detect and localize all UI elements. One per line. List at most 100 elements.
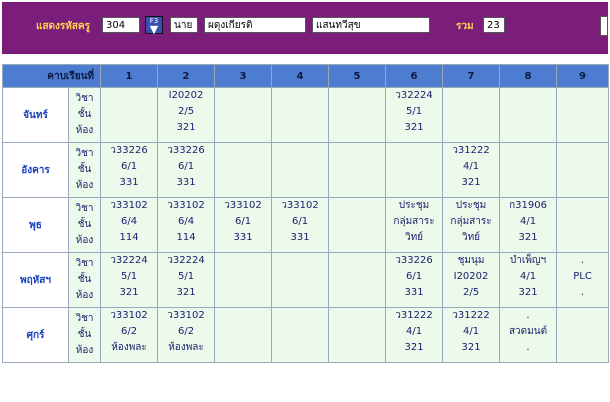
cell-subject [272,253,328,269]
schedule-cell[interactable] [556,142,610,198]
cell-subject: ก31906 [509,200,547,211]
period-header-5: 5 [328,64,387,88]
schedule-cell[interactable] [499,142,558,198]
schedule-cell[interactable] [328,87,387,143]
cell-room: 331 [233,232,253,243]
schedule-cell[interactable] [328,197,387,253]
cell-subject: I20202 [168,90,204,101]
cell-subject: ว32224 [167,255,205,266]
cell-class [272,269,328,285]
schedule-cell[interactable]: ว31222 4/1 321 [442,307,501,363]
cell-subject: ว31222 [395,310,433,321]
schedule-cell[interactable]: ก31906 4/1 321 [499,197,558,253]
cell-subject: ว33226 [395,255,433,266]
cell-class: 6/4 [177,216,195,227]
schedule-cell[interactable]: I20202 2/5 321 [157,87,216,143]
cell-class: 4/1 [519,216,537,227]
cell-subject [557,308,608,324]
cell-subject: ว33102 [167,310,205,321]
cell-subject: ว32224 [110,255,148,266]
schedule-cell[interactable]: ว31222 4/1 321 [442,142,501,198]
cell-room: . [580,287,585,298]
lookup-button[interactable]: F3 ▼ [145,16,163,35]
schedule-cell[interactable] [214,87,273,143]
schedule-cell[interactable]: ประชุม กลุ่มสาระ วิทย์ [385,197,444,253]
cell-room [101,120,157,136]
schedule-cell[interactable] [214,142,273,198]
row-label: ห้อง [75,345,94,356]
schedule-cell[interactable] [214,307,273,363]
cell-subject: ว33102 [110,200,148,211]
schedule-cell[interactable]: ว33102 6/2 ห้องพละ [100,307,159,363]
schedule-cell[interactable]: ชุมนุม I20202 2/5 [442,252,501,308]
schedule-cell[interactable] [499,87,558,143]
schedule-cell[interactable] [442,87,501,143]
schedule-cell[interactable] [328,142,387,198]
cell-room: 331 [119,177,139,188]
cell-class: 6/4 [120,216,138,227]
cell-class [215,324,271,340]
day-row: พุธ วิชา ชั้น ห้อง ว33102 6/4 114 ว33102 6/4 114 ว… [2,197,610,253]
cell-subject: ว33102 [281,200,319,211]
schedule-cell[interactable]: ว33226 6/1 331 [157,142,216,198]
schedule-cell[interactable]: ว32224 5/1 321 [157,252,216,308]
side-button[interactable] [600,16,608,36]
schedule-cell[interactable]: บำเพ็ญฯ 4/1 321 [499,252,558,308]
schedule-cell[interactable] [385,142,444,198]
schedule-cell[interactable] [328,252,387,308]
cell-class [329,159,385,175]
schedule-cell[interactable]: ว33102 6/4 114 [100,197,159,253]
cell-room: 331 [176,177,196,188]
cell-room [500,120,556,136]
cell-class: 6/1 [234,216,252,227]
schedule-cell[interactable] [328,307,387,363]
schedule-cell[interactable] [271,252,330,308]
schedule-cell[interactable]: ว33102 6/2 ห้องพละ [157,307,216,363]
cell-class: 4/1 [405,326,423,337]
prefix-field: นาย [170,17,198,33]
cell-class [215,159,271,175]
cell-subject: . [580,255,585,266]
schedule-cell[interactable]: ว33102 6/4 114 [157,197,216,253]
schedule-cell[interactable]: ว32224 5/1 321 [385,87,444,143]
cell-subject [500,143,556,159]
cell-class: 6/1 [405,271,423,282]
row-label: ชั้น [77,219,92,230]
cell-subject: ว31222 [452,310,490,321]
schedule-cell[interactable]: ว31222 4/1 321 [385,307,444,363]
cell-room [215,175,271,191]
cell-room: 114 [176,232,196,243]
schedule-cell[interactable]: ประชุม กลุ่มสาระ วิทย์ [442,197,501,253]
schedule-cell[interactable]: ว33226 6/1 331 [385,252,444,308]
teacher-code-input[interactable]: 304 [102,17,140,33]
cell-class [272,104,328,120]
cell-room [557,120,608,136]
day-row: ศุกร์ วิชา ชั้น ห้อง ว33102 6/2 ห้องพละ ว33102 6… [2,307,610,363]
cell-subject [329,143,385,159]
schedule-cell[interactable]: ว32224 5/1 321 [100,252,159,308]
schedule-cell[interactable] [214,252,273,308]
schedule-cell[interactable]: . PLC. [556,252,610,308]
schedule-cell[interactable] [271,87,330,143]
schedule-cell[interactable]: ว33226 6/1 331 [100,142,159,198]
schedule-cell[interactable]: ว33102 6/1 331 [271,197,330,253]
cell-subject [386,143,442,159]
header-panel: แสดงรหัสครู 304 F3 ▼ นาย ผดุงเกียรติ แสน… [2,2,608,54]
schedule-cell[interactable] [556,197,610,253]
cell-class [443,104,499,120]
cell-subject [329,88,385,104]
cell-subject [215,253,271,269]
schedule-cell[interactable] [556,87,610,143]
cell-room: 114 [119,232,139,243]
schedule-cell[interactable]: ว33102 6/1 331 [214,197,273,253]
schedule-cell[interactable]: . สวดมนต์. [499,307,558,363]
cell-class [557,324,608,340]
day-name: พุธ [2,197,69,253]
schedule-cell[interactable] [271,307,330,363]
schedule-cell[interactable] [271,142,330,198]
cell-subject [500,88,556,104]
schedule-cell[interactable] [556,307,610,363]
cell-subject [557,88,608,104]
period-header-8: 8 [499,64,558,88]
schedule-cell[interactable] [100,87,159,143]
